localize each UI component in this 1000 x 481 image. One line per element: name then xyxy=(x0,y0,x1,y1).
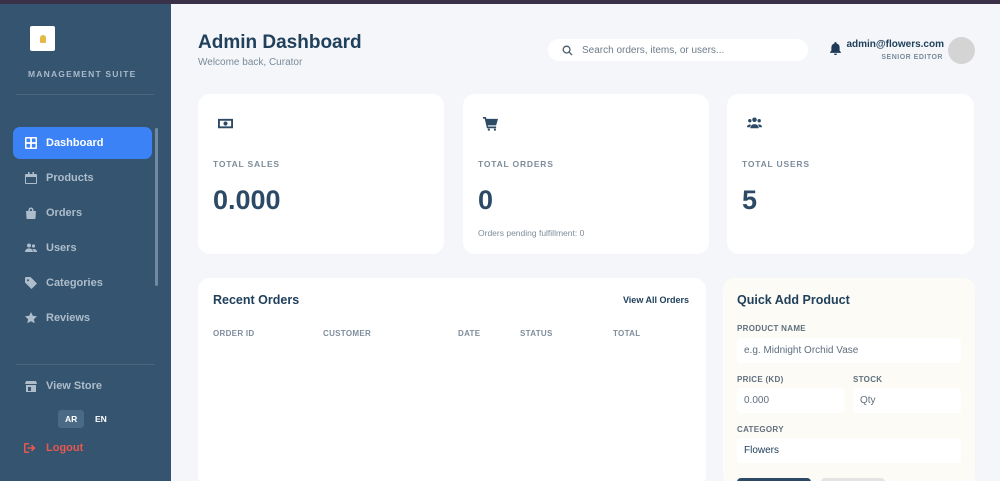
sidebar-item-label: Users xyxy=(46,242,77,254)
bag-icon xyxy=(24,206,38,220)
sidebar-item-label: Products xyxy=(46,172,94,184)
stat-card-total-sales: TOTAL SALES 0.000 xyxy=(198,94,444,254)
stat-label: TOTAL SALES xyxy=(213,159,280,169)
sidebar-item-products[interactable]: Products xyxy=(13,162,152,194)
column-header-customer[interactable]: CUSTOMER xyxy=(323,329,371,338)
stat-value: 0 xyxy=(478,185,494,215)
flower-logo-icon xyxy=(39,34,46,43)
stat-card-total-users: TOTAL USERS 5 xyxy=(727,94,974,254)
quick-add-title: Quick Add Product xyxy=(737,293,850,307)
product-name-field[interactable] xyxy=(737,338,961,363)
stat-value: 5 xyxy=(742,185,758,215)
search-bar[interactable] xyxy=(548,39,808,61)
grid-icon xyxy=(24,136,38,150)
column-header-date[interactable]: DATE xyxy=(458,329,480,338)
brand-logo xyxy=(30,26,55,51)
view-all-orders-link[interactable]: View All Orders xyxy=(623,295,689,305)
users-icon xyxy=(747,116,763,132)
brand-label: MANAGEMENT SUITE xyxy=(28,69,137,79)
notifications-button[interactable] xyxy=(829,42,843,56)
price-label: PRICE (KD) xyxy=(737,375,784,384)
page-subtitle: Welcome back, Curator xyxy=(198,57,303,68)
sidebar: MANAGEMENT SUITE Dashboard Products Orde… xyxy=(0,4,171,481)
logout-label: Logout xyxy=(46,442,84,454)
sidebar-item-categories[interactable]: Categories xyxy=(13,267,152,299)
category-selected-value: Flowers xyxy=(744,445,780,456)
lang-en-button[interactable]: EN xyxy=(88,410,114,428)
sidebar-item-reviews[interactable]: Reviews xyxy=(13,302,152,334)
user-email: admin@flowers.com xyxy=(846,39,944,50)
lang-ar-button[interactable]: AR xyxy=(58,410,85,428)
search-icon xyxy=(562,45,573,56)
price-input[interactable] xyxy=(744,395,845,406)
sidebar-item-label: Categories xyxy=(46,277,103,289)
tag-icon xyxy=(24,276,38,290)
view-store-link[interactable]: View Store xyxy=(13,370,152,402)
product-name-input[interactable] xyxy=(744,345,961,356)
sidebar-item-users[interactable]: Users xyxy=(13,232,152,264)
page-title: Admin Dashboard xyxy=(198,32,362,53)
logout-button[interactable]: Logout xyxy=(24,442,83,454)
product-name-label: PRODUCT NAME xyxy=(737,324,806,333)
category-select[interactable]: Flowers xyxy=(737,438,961,463)
stock-label: STOCK xyxy=(853,375,883,384)
users-icon xyxy=(24,241,38,255)
cash-icon xyxy=(218,116,234,132)
star-icon xyxy=(24,311,38,325)
price-field[interactable] xyxy=(737,388,845,413)
stat-card-total-orders: TOTAL ORDERS 0 Orders pending fulfillmen… xyxy=(463,94,709,254)
store-icon xyxy=(24,379,38,393)
logout-icon xyxy=(24,443,36,453)
cart-icon xyxy=(483,116,499,132)
column-header-total[interactable]: TOTAL xyxy=(613,329,640,338)
bell-icon xyxy=(830,42,841,56)
column-header-status[interactable]: STATUS xyxy=(520,329,553,338)
recent-orders-panel: Recent Orders View All Orders ORDER ID C… xyxy=(198,278,706,481)
quick-add-panel: Quick Add Product PRODUCT NAME PRICE (KD… xyxy=(723,278,975,481)
search-input[interactable] xyxy=(582,44,802,56)
calendar-icon xyxy=(24,171,38,185)
stat-label: TOTAL USERS xyxy=(742,159,810,169)
sidebar-divider xyxy=(16,94,154,95)
sidebar-item-orders[interactable]: Orders xyxy=(13,197,152,229)
stat-value: 0.000 xyxy=(213,185,281,215)
category-label: CATEGORY xyxy=(737,425,784,434)
stock-input[interactable] xyxy=(860,395,961,406)
view-store-label: View Store xyxy=(46,380,103,392)
stat-label: TOTAL ORDERS xyxy=(478,159,554,169)
sidebar-item-dashboard[interactable]: Dashboard xyxy=(13,127,152,159)
user-role: SENIOR EDITOR xyxy=(881,54,943,61)
sidebar-scrollbar[interactable] xyxy=(155,128,158,286)
stat-note: Orders pending fulfillment: 0 xyxy=(478,228,585,238)
stock-field[interactable] xyxy=(853,388,961,413)
column-header-order-id[interactable]: ORDER ID xyxy=(213,329,255,338)
sidebar-item-label: Reviews xyxy=(46,312,91,324)
avatar[interactable] xyxy=(948,37,975,64)
recent-orders-title: Recent Orders xyxy=(213,293,300,307)
sidebar-item-label: Dashboard xyxy=(46,137,104,149)
sidebar-item-label: Orders xyxy=(46,207,83,219)
sidebar-divider xyxy=(16,364,154,365)
